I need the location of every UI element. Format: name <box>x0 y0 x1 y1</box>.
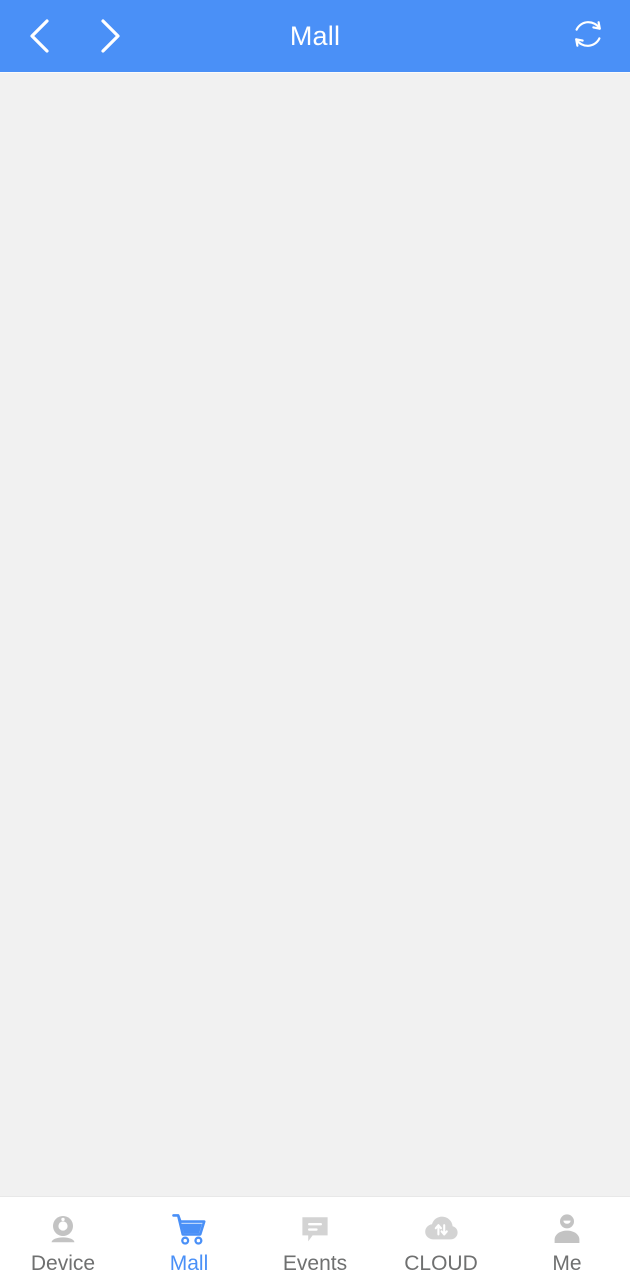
chat-bubble-icon <box>298 1210 332 1248</box>
tab-device[interactable]: Device <box>0 1197 126 1280</box>
forward-button[interactable] <box>88 12 132 60</box>
chevron-right-icon <box>93 16 127 56</box>
shopping-cart-icon <box>171 1210 207 1248</box>
tab-label-cloud: CLOUD <box>404 1251 478 1275</box>
header-nav-buttons <box>0 12 132 60</box>
webcam-icon <box>46 1210 80 1248</box>
back-button[interactable] <box>18 12 62 60</box>
chevron-left-icon <box>23 16 57 56</box>
header-actions <box>562 10 630 62</box>
tab-label-events: Events <box>282 1251 348 1275</box>
refresh-icon <box>566 12 610 61</box>
tab-mall[interactable]: Mall <box>126 1197 252 1280</box>
app-header: Mall <box>0 0 630 72</box>
tab-events[interactable]: Events <box>252 1197 378 1280</box>
tab-label-me: Me <box>552 1251 582 1275</box>
content-area[interactable] <box>0 72 630 1196</box>
person-icon <box>551 1210 583 1248</box>
bottom-tab-bar: Device Mall Events CLOUD Me <box>0 1196 630 1280</box>
app-root: Mall Device Mall Events CLOUD Me <box>0 0 630 1280</box>
tab-label-device: Device <box>30 1251 96 1275</box>
tab-label-mall: Mall <box>169 1251 209 1275</box>
tab-cloud[interactable]: CLOUD <box>378 1197 504 1280</box>
tab-me[interactable]: Me <box>504 1197 630 1280</box>
cloud-sync-icon <box>423 1210 459 1248</box>
refresh-button[interactable] <box>562 10 614 62</box>
empty-page-body <box>0 73 630 1196</box>
